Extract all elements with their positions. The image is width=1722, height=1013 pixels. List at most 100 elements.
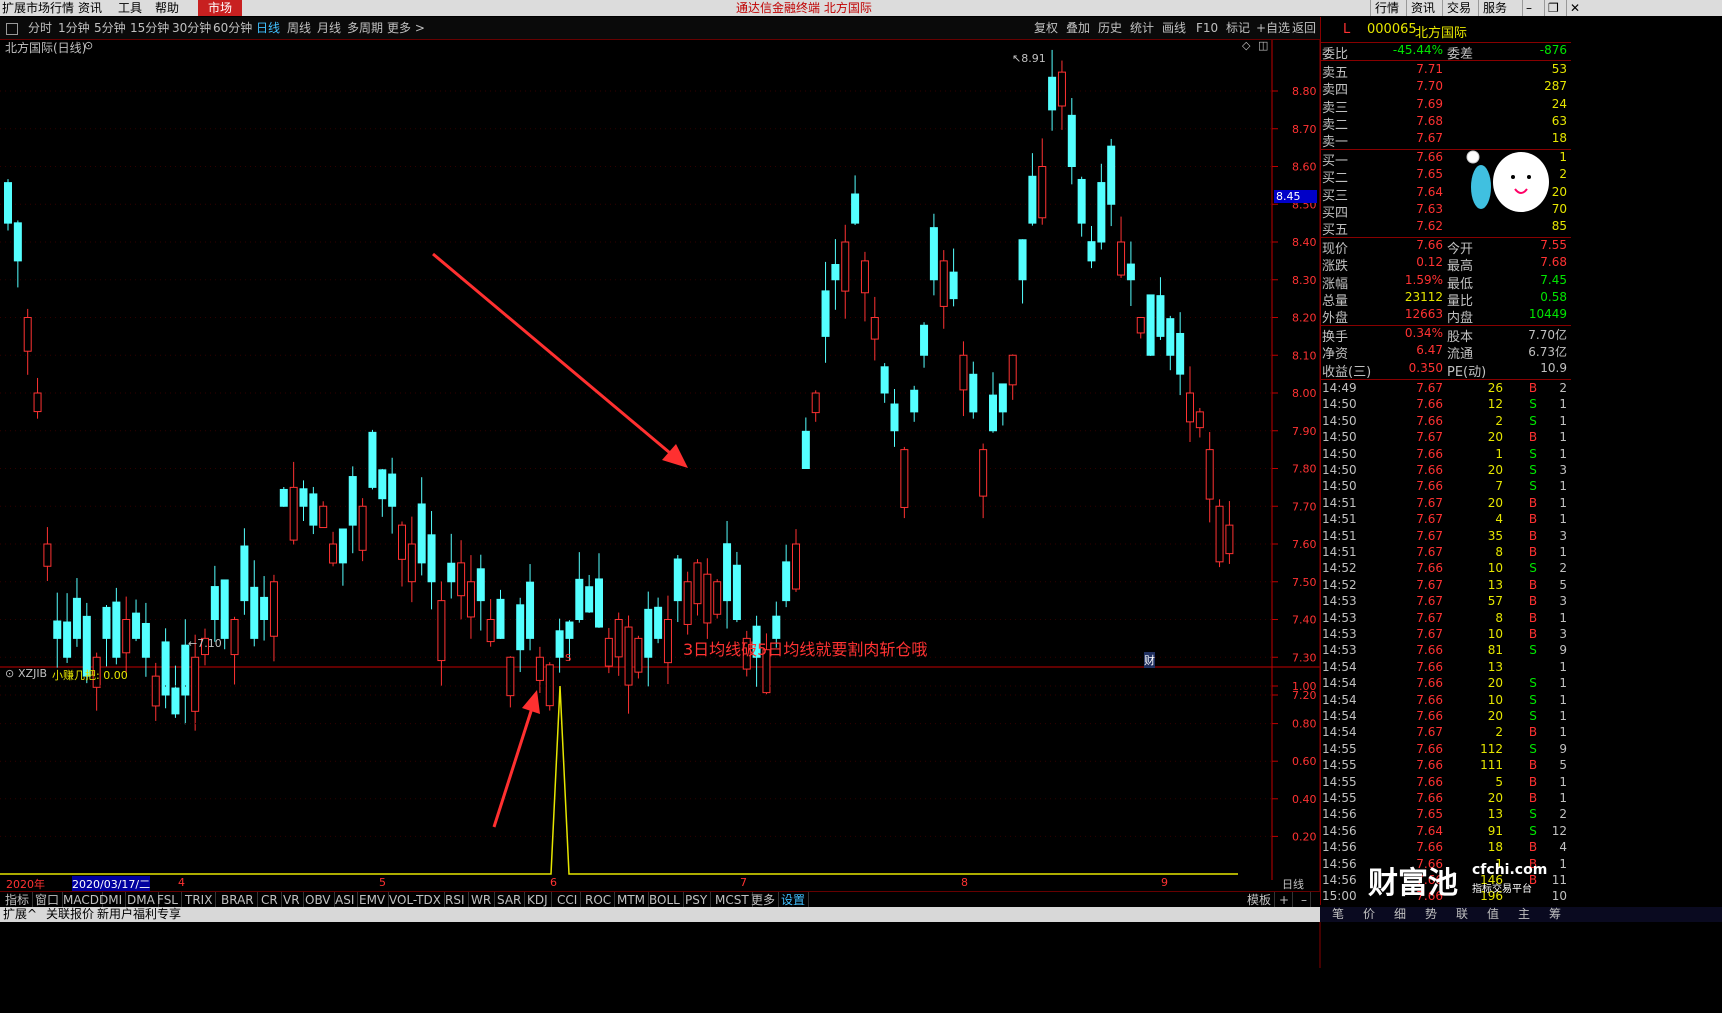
candle-body[interactable]: [319, 505, 328, 529]
candle-body[interactable]: [407, 543, 416, 583]
menu-market-button[interactable]: 市场: [198, 0, 243, 16]
candle-body[interactable]: [693, 562, 702, 605]
candle-body[interactable]: [1028, 175, 1037, 224]
minimize-icon[interactable]: –: [1522, 0, 1535, 16]
candlestick-chart[interactable]: 8.808.708.608.508.408.308.208.108.007.90…: [0, 40, 1400, 968]
candle-body[interactable]: [910, 389, 919, 413]
ask-3-price[interactable]: 7.69: [1385, 97, 1443, 111]
bid-2-price[interactable]: 7.65: [1385, 167, 1443, 181]
candle-body[interactable]: [210, 586, 219, 620]
ask-2-price[interactable]: 7.68: [1385, 114, 1443, 128]
candle-body[interactable]: [476, 568, 485, 602]
candle-body[interactable]: [585, 586, 594, 613]
indicator-tab-13[interactable]: VOL-TDX: [386, 892, 445, 908]
candle-body[interactable]: [151, 675, 160, 707]
candle-body[interactable]: [289, 486, 298, 541]
ask-4-price[interactable]: 7.70: [1385, 79, 1443, 93]
candle-body[interactable]: [466, 581, 475, 618]
candle-body[interactable]: [378, 469, 387, 500]
indicator-tab-3[interactable]: DMI: [96, 892, 127, 908]
status-expand[interactable]: 扩展^: [3, 907, 37, 922]
indicator-tab-21[interactable]: BOLL: [646, 892, 684, 908]
panel-tab-7[interactable]: 筹: [1549, 907, 1561, 922]
indicator-tab-23[interactable]: MCST: [712, 892, 753, 908]
candle-body[interactable]: [939, 260, 948, 307]
candle-body[interactable]: [161, 641, 170, 696]
chart-options-icon[interactable]: ⊙: [84, 39, 93, 52]
bid-1-price[interactable]: 7.66: [1385, 150, 1443, 164]
indicator-name[interactable]: XZJIB: [18, 667, 47, 680]
candle-body[interactable]: [870, 317, 879, 340]
candle-body[interactable]: [171, 687, 180, 715]
candle-body[interactable]: [535, 656, 544, 681]
indicator-tab-7[interactable]: BRAR: [218, 892, 258, 908]
candle-body[interactable]: [486, 619, 495, 643]
candle-body[interactable]: [1126, 263, 1135, 281]
indicator-tab-8[interactable]: CR: [258, 892, 282, 908]
bid-4-price[interactable]: 7.63: [1385, 202, 1443, 216]
candle-body[interactable]: [575, 578, 584, 620]
candle-body[interactable]: [1057, 71, 1066, 107]
candle-body[interactable]: [506, 656, 515, 697]
candle-body[interactable]: [673, 558, 682, 602]
candle-body[interactable]: [1176, 332, 1185, 375]
period-daily[interactable]: 日线: [256, 20, 280, 36]
tool-history[interactable]: 历史: [1098, 20, 1122, 36]
period-5min[interactable]: 5分钟: [94, 20, 126, 36]
candle-body[interactable]: [949, 271, 958, 300]
candle-body[interactable]: [53, 620, 62, 639]
add-window-icon[interactable]: +: [1276, 892, 1294, 908]
candle-body[interactable]: [841, 241, 850, 292]
candle-body[interactable]: [929, 227, 938, 281]
candle-body[interactable]: [851, 193, 860, 224]
candle-body[interactable]: [427, 534, 436, 583]
restore-icon[interactable]: ❐: [1544, 0, 1562, 16]
indicator-tab-5[interactable]: FSL: [154, 892, 182, 908]
candle-body[interactable]: [1225, 524, 1234, 555]
topnav-trade[interactable]: 交易: [1442, 0, 1475, 16]
candle-body[interactable]: [1067, 114, 1076, 167]
topnav-news[interactable]: 资讯: [1406, 0, 1439, 16]
candle-body[interactable]: [1008, 354, 1017, 386]
candle-body[interactable]: [33, 392, 42, 413]
candle-body[interactable]: [545, 664, 554, 707]
candle-body[interactable]: [43, 543, 52, 567]
period-30min[interactable]: 30分钟: [172, 20, 211, 36]
candle-body[interactable]: [624, 626, 633, 686]
candle-body[interactable]: [565, 621, 574, 639]
candle-body[interactable]: [732, 564, 741, 621]
panel-tab-1[interactable]: 价: [1363, 907, 1375, 922]
candle-body[interactable]: [595, 578, 603, 628]
candle-body[interactable]: [23, 317, 32, 352]
candle-body[interactable]: [132, 612, 141, 639]
status-linked-quotes[interactable]: 关联报价: [46, 907, 94, 922]
period-weekly[interactable]: 周线: [287, 20, 311, 36]
period-multi[interactable]: 多周期: [347, 20, 383, 36]
topnav-quotes[interactable]: 行情: [1370, 0, 1403, 16]
candle-body[interactable]: [260, 596, 269, 620]
chart-panel-toggle-icon[interactable]: ◫: [1258, 39, 1268, 52]
candle-body[interactable]: [663, 619, 672, 664]
candle-body[interactable]: [122, 619, 131, 654]
candle-body[interactable]: [821, 290, 830, 337]
candle-body[interactable]: [4, 182, 12, 224]
candle-body[interactable]: [634, 637, 643, 673]
candle-body[interactable]: [555, 630, 564, 658]
candle-body[interactable]: [269, 581, 278, 637]
template-button[interactable]: 模板: [1244, 892, 1276, 908]
tool-stats[interactable]: 统计: [1130, 20, 1154, 36]
indicator-tab-20[interactable]: MTM: [614, 892, 650, 908]
candle-body[interactable]: [890, 403, 899, 432]
menu-news[interactable]: 资讯: [78, 0, 102, 16]
indicator-tab-25[interactable]: 设置: [778, 892, 810, 908]
candle-body[interactable]: [250, 586, 259, 639]
close-icon[interactable]: ✕: [1566, 0, 1713, 16]
candle-body[interactable]: [989, 394, 997, 432]
indicator-tab-1[interactable]: 窗口: [32, 892, 64, 908]
candle-body[interactable]: [437, 600, 446, 662]
candle-body[interactable]: [279, 488, 288, 507]
candle-body[interactable]: [703, 573, 712, 624]
candle-body[interactable]: [181, 644, 190, 696]
indicator-tab-6[interactable]: TRIX: [182, 892, 217, 908]
candle-body[interactable]: [959, 354, 968, 391]
